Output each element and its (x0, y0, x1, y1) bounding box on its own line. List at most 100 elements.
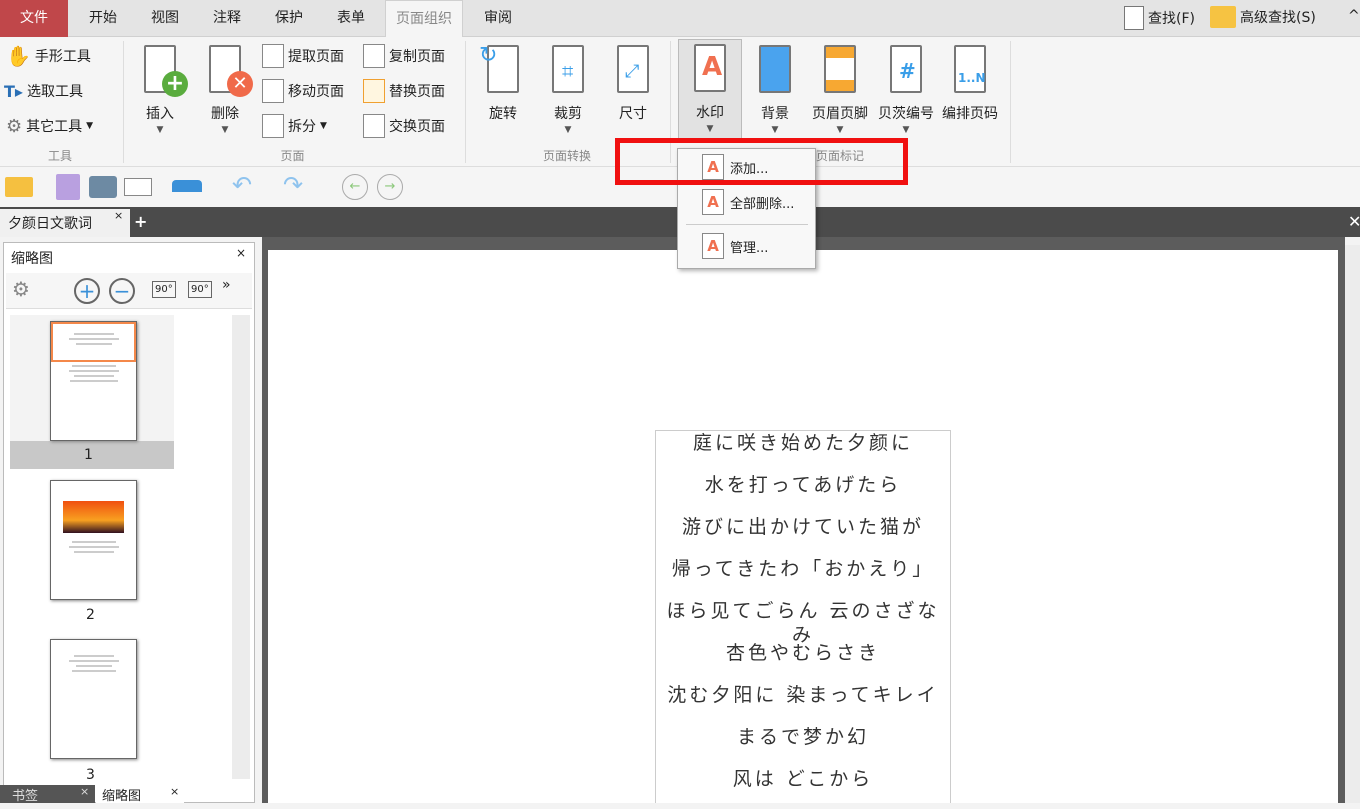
tab-home[interactable]: 开始 (76, 0, 130, 37)
hand-tool-label: 手形工具 (34, 49, 91, 65)
move-pages-button[interactable]: 移动页面 (262, 76, 344, 106)
more-icon[interactable]: » (222, 277, 231, 293)
copy-pages-button[interactable]: 复制页面 (363, 41, 445, 71)
split-icon (262, 114, 284, 138)
insert-page-button[interactable]: + 插入 ▼ (130, 41, 190, 135)
bookmarks-tab[interactable]: 书签 × (0, 785, 95, 804)
menu-item-remove-all-watermarks[interactable]: A 全部删除... (678, 185, 815, 219)
thumbnail-panel: 缩略图 × ⚙ + − 90° 90° » 1 2 3 (3, 242, 255, 803)
tab-comment[interactable]: 注释 (200, 0, 254, 37)
watermark-manage-icon: A (702, 233, 724, 259)
tab-protect[interactable]: 保护 (262, 0, 316, 37)
collapse-ribbon-icon[interactable]: ^ (1348, 8, 1360, 24)
rotate-icon: ↻ (479, 43, 498, 68)
size-label: 尺寸 (619, 106, 647, 122)
settings-icon[interactable]: ⚙ (12, 277, 30, 301)
print-icon[interactable] (89, 176, 117, 198)
crop-button[interactable]: ⌗ 裁剪 ▼ (538, 41, 598, 135)
tab-page-organize[interactable]: 页面组织 (385, 0, 463, 37)
manage-label: 管理... (730, 240, 769, 256)
viewer-scrollbar[interactable] (1345, 245, 1360, 803)
watermark-delete-icon: A (702, 189, 724, 215)
split-label: 拆分 (288, 119, 316, 135)
bates-number-button[interactable]: # 贝茨编号 ▼ (874, 41, 938, 135)
save-icon[interactable] (56, 174, 80, 200)
thumbnail-page-2[interactable] (50, 480, 137, 600)
hand-tool-button[interactable]: ✋ 手形工具 (6, 41, 91, 71)
thumbnail-page-1[interactable] (50, 321, 137, 441)
zoom-in-icon[interactable]: + (74, 278, 100, 304)
lyric-line: 庭に咲き始めた夕颜に (692, 432, 913, 454)
lyric-line: 杏色やむらさき (725, 642, 880, 664)
thumbnail-toolbar: ⚙ + − 90° 90° » (6, 273, 252, 309)
open-folder-icon[interactable] (5, 177, 33, 197)
crop-label: 裁剪 (554, 106, 582, 122)
move-label: 移动页面 (288, 84, 344, 100)
page-number-button[interactable]: 1..N 编排页码 (938, 41, 1002, 123)
select-tool-label: 选取工具 (26, 84, 83, 100)
other-tools-button[interactable]: ⚙ 其它工具 ▼ (6, 111, 93, 141)
thumbnail-label: 3 (86, 767, 95, 783)
watermark-icon: A (702, 52, 723, 82)
tab-form[interactable]: 表单 (324, 0, 378, 37)
close-document-icon[interactable]: ✕ (1348, 212, 1360, 231)
copy-pages-icon (363, 44, 385, 68)
thumbnails-tab[interactable]: 缩略图 × (96, 785, 184, 804)
watermark-button[interactable]: A 水印 ▼ (678, 39, 742, 143)
tab-view[interactable]: 视图 (138, 0, 192, 37)
page-size-button[interactable]: ⤢ 尺寸 (603, 41, 663, 123)
advanced-find-label: 高级查找(S) (1240, 10, 1316, 26)
copy-label: 复制页面 (389, 49, 445, 65)
delete-page-button[interactable]: ✕ 删除 ▼ (195, 41, 255, 135)
extract-label: 提取页面 (288, 49, 344, 65)
lyric-line: 帰ってきたわ「おかえり」 (671, 558, 935, 580)
gear-wrench-icon: ⚙ (6, 115, 23, 137)
thumbnail-page-3[interactable] (50, 639, 137, 759)
resize-icon: ⤢ (625, 61, 640, 82)
thumbnail-scrollbar[interactable] (232, 315, 250, 779)
menu-item-manage-watermarks[interactable]: A 管理... (678, 229, 815, 263)
extract-pages-icon (262, 44, 284, 68)
close-tab-icon[interactable]: × (114, 209, 123, 222)
bookmarks-tab-label: 书签 (12, 789, 39, 804)
advanced-find-button[interactable]: 高级查找(S) (1210, 6, 1316, 28)
rotate-button[interactable]: ↻ 旋转 (473, 41, 533, 123)
move-pages-icon (262, 79, 284, 103)
undo-icon[interactable]: ↶ (232, 171, 252, 199)
rotate-right-icon[interactable]: 90° (188, 281, 212, 298)
redo-icon[interactable]: ↷ (283, 171, 303, 199)
previous-view-icon[interactable]: ← (342, 174, 368, 200)
watermark-label: 水印 (696, 105, 724, 121)
background-button[interactable]: 背景 ▼ (745, 41, 805, 135)
hand-icon: ✋ (6, 44, 31, 68)
rotate-left-icon[interactable]: 90° (152, 281, 176, 298)
close-panel-icon[interactable]: × (236, 246, 246, 260)
bates-label: 贝茨编号 (878, 106, 934, 122)
highlight-annotation-box (615, 138, 908, 185)
panel-title: 缩略图 (11, 251, 53, 267)
find-button[interactable]: 查找(F) (1124, 6, 1195, 30)
thumbnails-tab-label: 缩略图 (102, 789, 142, 804)
extract-pages-button[interactable]: 提取页面 (262, 41, 344, 71)
email-icon[interactable] (124, 178, 152, 196)
replace-pages-button[interactable]: 替换页面 (363, 76, 445, 106)
menu-divider (686, 224, 808, 225)
scanner-icon[interactable] (172, 180, 202, 192)
split-button[interactable]: 拆分 ▼ (262, 111, 327, 141)
group-label-tools: 工具 (47, 149, 72, 163)
header-footer-label: 页眉页脚 (812, 106, 868, 122)
document-tab[interactable]: 夕颜日文歌词 × (0, 209, 130, 237)
new-tab-icon[interactable]: + (134, 212, 147, 231)
header-footer-button[interactable]: 页眉页脚 ▼ (808, 41, 872, 135)
lyric-line: 水を打ってあげたら (704, 474, 902, 496)
text-select-icon: T▸ (4, 81, 23, 101)
swap-label: 交换页面 (389, 119, 445, 135)
zoom-out-icon[interactable]: − (109, 278, 135, 304)
swap-pages-button[interactable]: 交换页面 (363, 111, 445, 141)
tab-review[interactable]: 审阅 (470, 0, 526, 37)
tab-file[interactable]: 文件 (0, 0, 68, 37)
lyrics-text-box: 庭に咲き始めた夕颜に 水を打ってあげたら 游びに出かけていた猫が 帰ってきたわ「おかえ… (655, 430, 951, 803)
next-view-icon[interactable]: → (377, 174, 403, 200)
insert-label: 插入 (146, 106, 174, 122)
select-tool-button[interactable]: T▸ 选取工具 (4, 76, 83, 106)
